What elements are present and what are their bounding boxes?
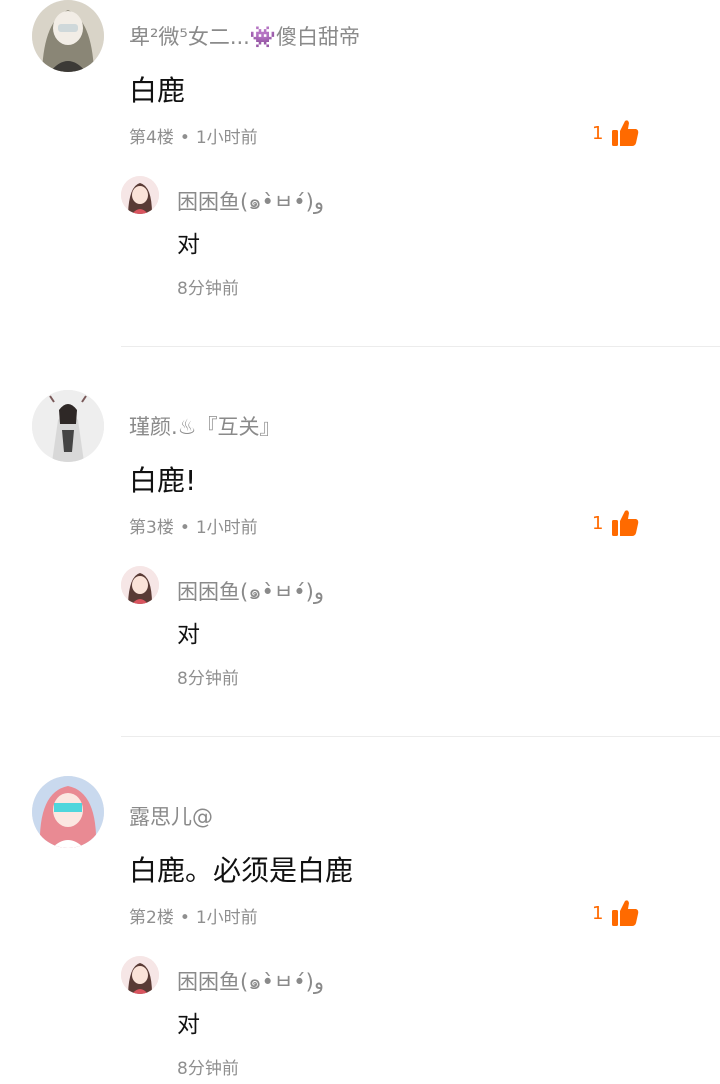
comment-time: 1小时前 (195, 518, 258, 538)
divider (121, 736, 720, 737)
reply-avatar[interactable] (121, 956, 159, 994)
reply-content: 对 (177, 1012, 200, 1038)
thumbs-up-icon (612, 510, 639, 536)
comment-content: 白鹿 (129, 74, 186, 107)
reply-time: 8分钟前 (177, 1059, 239, 1079)
divider (121, 346, 720, 347)
comment-username[interactable]: 露思儿@ (129, 801, 213, 831)
separator-dot: • (179, 518, 190, 538)
comment-meta: 第3楼 • 1小时前 (129, 513, 258, 538)
reply-avatar[interactable] (121, 566, 159, 604)
like-button[interactable]: 1 (592, 506, 641, 540)
like-button[interactable]: 1 (592, 896, 641, 930)
floor-label: 第3楼 (129, 518, 174, 538)
comment-content: 白鹿。必须是白鹿 (129, 854, 354, 887)
thumbs-up-icon (612, 120, 639, 146)
comment-username[interactable]: 卑²微⁵女二...👾傻白甜帝 (129, 21, 360, 51)
floor-label: 第2楼 (129, 908, 174, 928)
like-count: 1 (592, 902, 604, 924)
reply-username[interactable]: 困困鱼(๑•̀ㅂ•́)و (177, 966, 324, 999)
avatar[interactable] (32, 776, 104, 848)
comment-time: 1小时前 (195, 128, 258, 148)
comment-content: 白鹿! (129, 464, 197, 497)
thumbs-up-icon (612, 900, 639, 926)
like-button[interactable]: 1 (592, 116, 641, 150)
like-count: 1 (592, 122, 604, 144)
avatar[interactable] (32, 0, 104, 72)
like-count: 1 (592, 512, 604, 534)
reply-avatar[interactable] (121, 176, 159, 214)
reply-username[interactable]: 困困鱼(๑•̀ㅂ•́)و (177, 186, 324, 219)
separator-dot: • (179, 128, 190, 148)
avatar[interactable] (32, 390, 104, 462)
reply-username[interactable]: 困困鱼(๑•̀ㅂ•́)و (177, 576, 324, 609)
comment-meta: 第4楼 • 1小时前 (129, 123, 258, 148)
separator-dot: • (179, 908, 190, 928)
reply-time: 8分钟前 (177, 279, 239, 299)
comment-username[interactable]: 瑾颜.♨『互关』 (129, 411, 281, 441)
reply-time: 8分钟前 (177, 669, 239, 689)
floor-label: 第4楼 (129, 128, 174, 148)
comment-time: 1小时前 (195, 908, 258, 928)
comment-meta: 第2楼 • 1小时前 (129, 903, 258, 928)
reply-content: 对 (177, 232, 200, 258)
reply-content: 对 (177, 622, 200, 648)
